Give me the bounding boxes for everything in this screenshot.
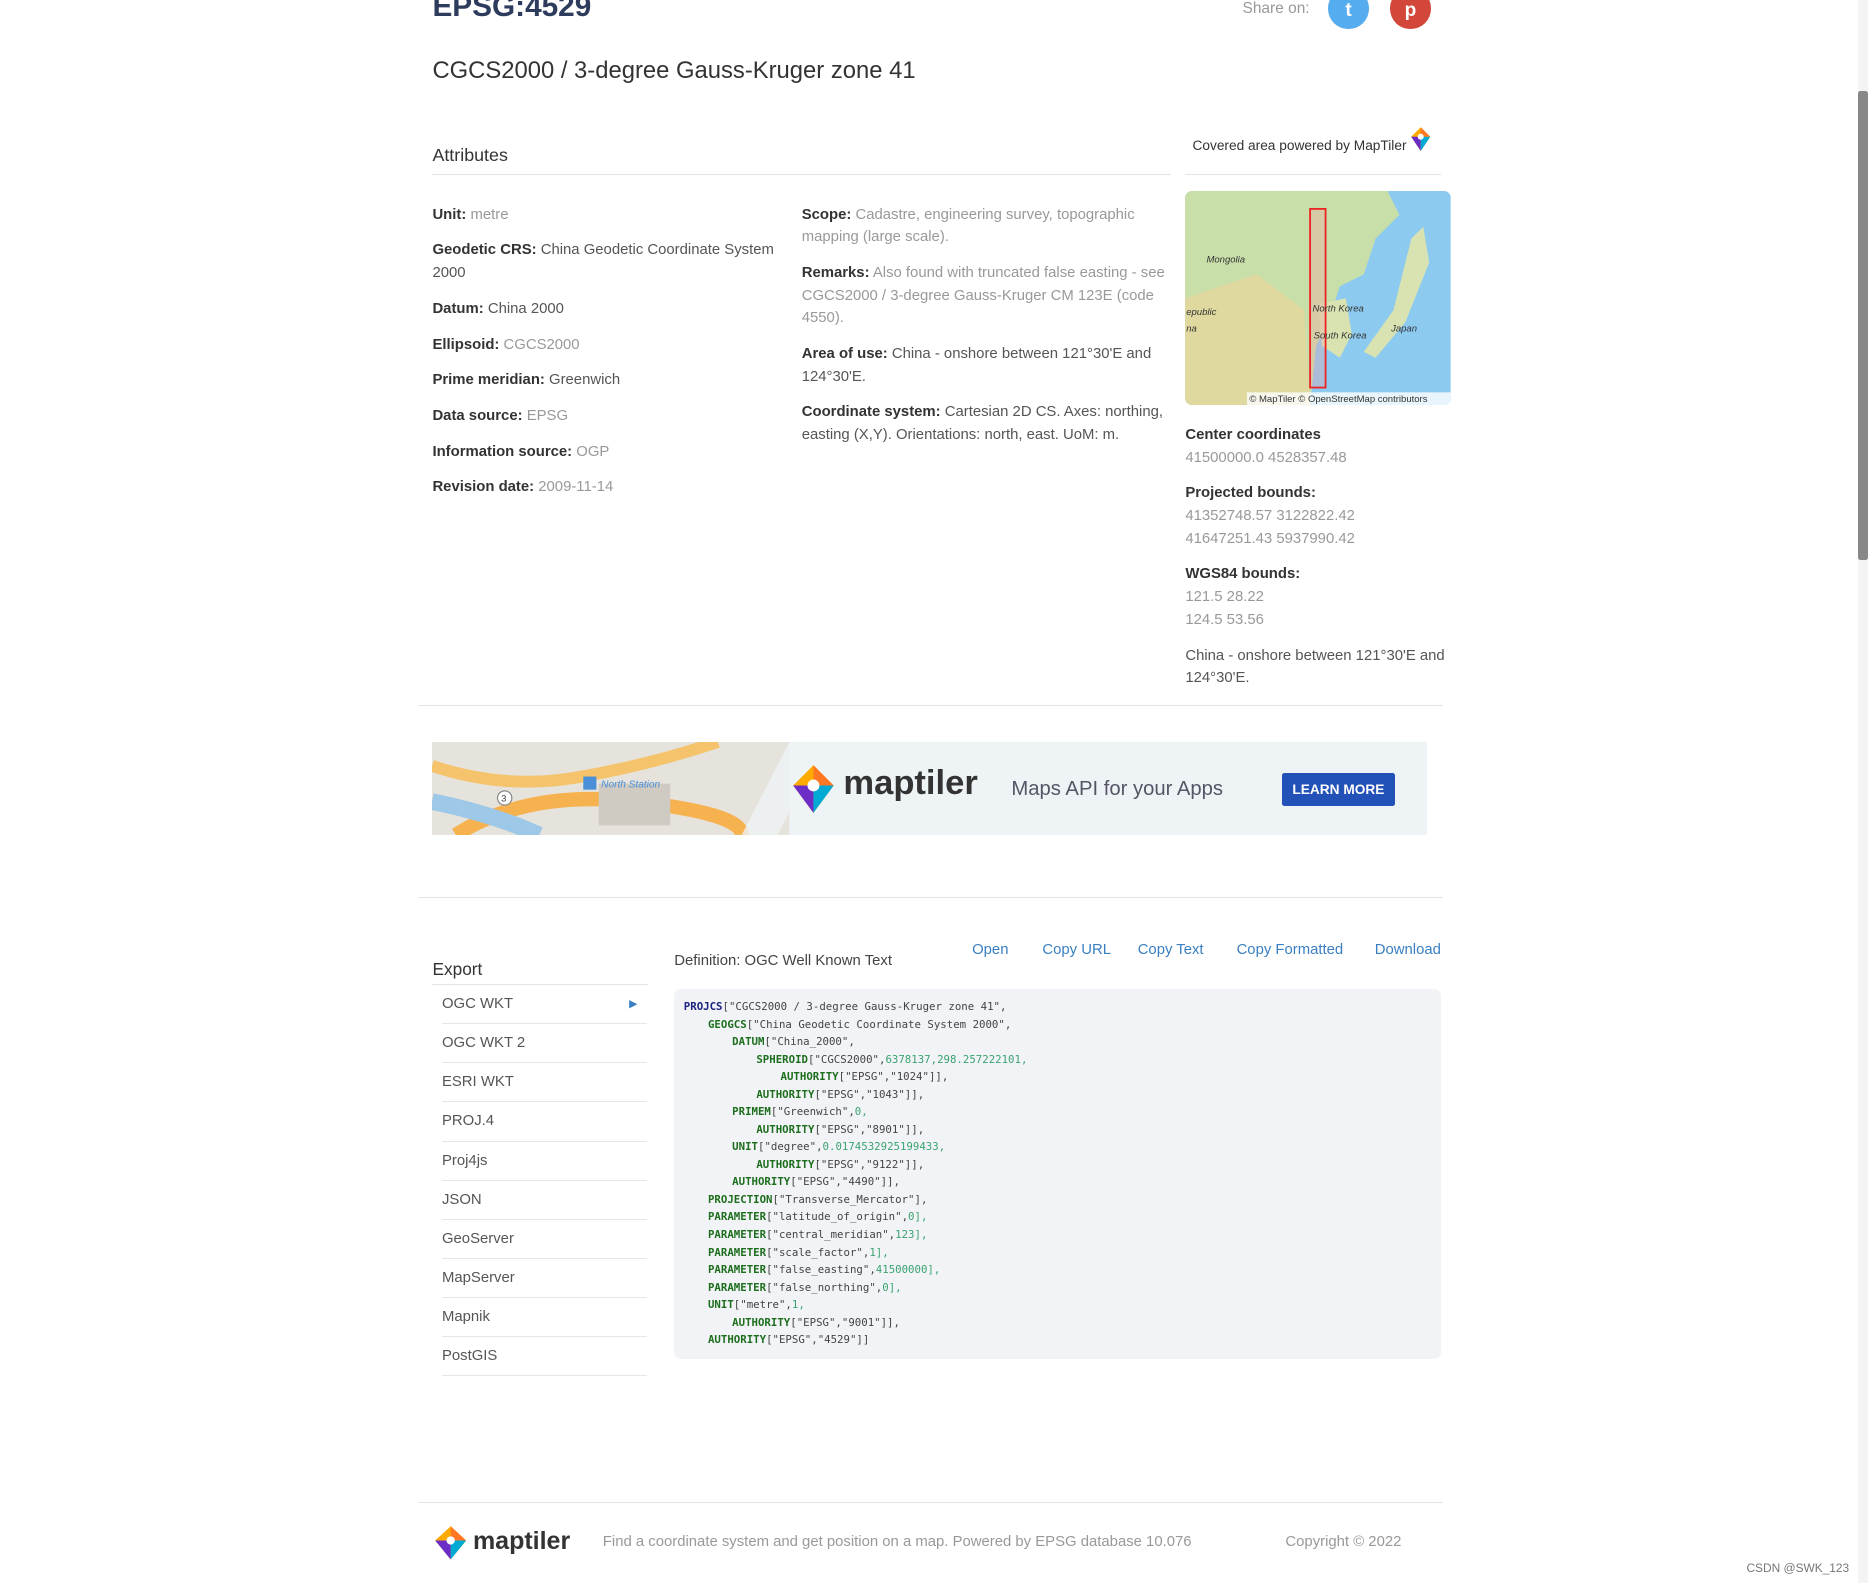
attribute-left-5: Data source: EPSG (432, 408, 569, 425)
svg-text:South Korea: South Korea (1314, 330, 1367, 341)
definition-label: Definition: OGC Well Known Text (674, 953, 892, 970)
maptiler-logo-icon (793, 764, 834, 813)
export-format-ogc-wkt-2[interactable]: OGC WKT 2 (441, 1024, 647, 1064)
wkt-line: PROJCS["CGCS2000 / 3-degree Gauss-Kruger… (683, 1000, 1007, 1014)
wkt-line: DATUM["China_2000", (732, 1035, 855, 1049)
svg-text:North Station: North Station (602, 779, 661, 790)
wkt-line: PRIMEM["Greenwich",0, (732, 1105, 868, 1119)
ad-tagline: Maps API for your Apps (1011, 777, 1224, 800)
covered-area-label: Covered area powered by MapTiler (1192, 138, 1407, 154)
attribute-middle-0: Scope: Cadastre, engineering survey, top… (801, 206, 1135, 246)
svg-text:3: 3 (502, 794, 507, 805)
watermark: CSDN @SWK_123 (1746, 1560, 1850, 1575)
wkt-line: PARAMETER["false_easting",41500000], (707, 1263, 941, 1277)
copy-text-link[interactable]: Copy Text (1138, 942, 1204, 958)
open-link[interactable]: Open (972, 942, 1008, 958)
wkt-line: PARAMETER["central_meridian",123], (707, 1227, 928, 1241)
wkt-line: PROJECTION["Transverse_Mercator"], (707, 1192, 928, 1206)
copy-url-link[interactable]: Copy URL (1042, 942, 1111, 958)
export-heading: Export (432, 958, 483, 979)
svg-text:Mongolia: Mongolia (1207, 254, 1246, 265)
wkt-definition[interactable]: PROJCS["CGCS2000 / 3-degree Gauss-Kruger… (674, 988, 1442, 1360)
attribute-left-1: Geodetic CRS: China Geodetic Coordinate … (432, 242, 774, 282)
attribute-left-0: Unit: metre (432, 206, 509, 223)
svg-text:North Korea: North Korea (1313, 303, 1364, 314)
attribute-left-3: Ellipsoid: CGCS2000 (432, 336, 580, 353)
caret-right-icon: ▶ (629, 998, 638, 1011)
twitter-icon[interactable]: t (1328, 0, 1369, 29)
export-format-postgis[interactable]: PostGIS (441, 1337, 647, 1376)
coverage-map[interactable]: Mongolia epublic na North Korea South Korea… (1185, 190, 1451, 406)
svg-text:epublic: epublic (1187, 306, 1217, 317)
wkt-line: UNIT["metre",1, (707, 1298, 805, 1312)
wkt-line: PARAMETER["scale_factor",1], (707, 1245, 889, 1259)
attribute-left-4: Prime meridian: Greenwich (432, 372, 621, 389)
export-format-proj4js[interactable]: Proj4js (441, 1142, 647, 1181)
wkt-line: UNIT["degree",0.0174532925199433, (732, 1140, 946, 1154)
wkt-line: AUTHORITY["EPSG","1024"]], (780, 1070, 949, 1084)
attributes-middle: Scope: Cadastre, engineering survey, top… (802, 204, 1165, 460)
wkt-line: AUTHORITY["EPSG","4490"]], (732, 1175, 900, 1189)
export-format-proj-4[interactable]: PROJ.4 (441, 1102, 647, 1142)
export-format-json[interactable]: JSON (441, 1181, 647, 1220)
svg-text:Japan: Japan (1390, 323, 1417, 334)
attribute-middle-3: Coordinate system: Cartesian 2D CS. Axes… (801, 404, 1164, 444)
copyright: Copyright © 2022 (1285, 1534, 1402, 1551)
export-format-mapnik[interactable]: Mapnik (441, 1298, 647, 1337)
wkt-line: PARAMETER["false_northing",0], (707, 1280, 902, 1294)
maptiler-ad-banner[interactable]: 3 North Station maptiler Maps API for yo… (432, 742, 1428, 836)
footer-logo-icon (434, 1526, 466, 1560)
wkt-line: AUTHORITY["EPSG","9122"]], (756, 1157, 925, 1171)
wkt-line: AUTHORITY["EPSG","1043"]], (756, 1087, 925, 1101)
attributes-left: Unit: metre Geodetic CRS: China Geodetic … (432, 204, 795, 513)
footer-brand: maptiler (472, 1527, 571, 1556)
ad-brand: maptiler (843, 763, 978, 802)
attributes-heading: Attributes (432, 145, 508, 166)
map-info: Center coordinates 41500000.0 4528357.48 … (1185, 427, 1445, 687)
wkt-line: AUTHORITY["EPSG","4529"]] (707, 1333, 870, 1347)
map-attribution: © MapTiler © OpenStreetMap contributors (1250, 393, 1428, 404)
attribute-left-7: Revision date: 2009-11-14 (432, 479, 614, 496)
attribute-middle-2: Area of use: China - onshore between 121… (801, 346, 1152, 385)
footer-text: Find a coordinate system and get positio… (602, 1534, 1192, 1551)
download-link[interactable]: Download (1375, 942, 1441, 958)
attribute-left-6: Information source: OGP (432, 443, 610, 460)
maptiler-logo-icon (1411, 127, 1431, 152)
scrollbar[interactable] (1858, 0, 1868, 1583)
export-format-mapserver[interactable]: MapServer (441, 1259, 647, 1298)
crs-title: CGCS2000 / 3-degree Gauss-Kruger zone 41 (432, 57, 916, 85)
learn-more-button[interactable]: LEARN MORE (1281, 773, 1395, 807)
attribute-left-2: Datum: China 2000 (432, 300, 564, 317)
svg-text:na: na (1187, 323, 1198, 334)
copy-formatted-link[interactable]: Copy Formatted (1237, 942, 1344, 958)
wkt-line: AUTHORITY["EPSG","9001"]], (732, 1315, 900, 1329)
share-label: Share on: (1242, 0, 1310, 17)
wkt-line: AUTHORITY["EPSG","8901"]], (756, 1122, 925, 1136)
pinterest-icon[interactable]: p (1390, 0, 1431, 29)
wkt-line: PARAMETER["latitude_of_origin",0], (707, 1210, 928, 1224)
attribute-middle-1: Remarks: Also found with truncated false… (801, 265, 1165, 327)
export-format-ogc-wkt[interactable]: OGC WKT ▶ (441, 985, 647, 1025)
wkt-line: GEOGCS["China Geodetic Coordinate System… (707, 1017, 1012, 1031)
epsg-code: EPSG:4529 (432, 0, 592, 24)
export-format-esri-wkt[interactable]: ESRI WKT (441, 1063, 647, 1103)
wkt-line: SPHEROID["CGCS2000",6378137,298.25722210… (756, 1052, 1028, 1066)
export-format-geoserver[interactable]: GeoServer (441, 1220, 647, 1259)
